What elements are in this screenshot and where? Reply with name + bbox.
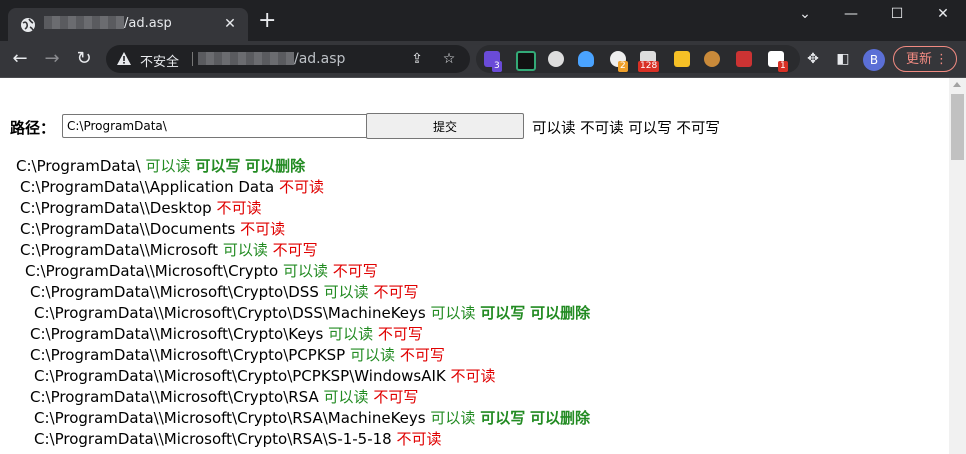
read-status: 可以读: [222, 241, 268, 259]
list-item: C:\ProgramData\\Microsoft\Crypto\RSA 可以读…: [30, 388, 419, 406]
permission-summary: 可以读 不可读 可以写 不可写: [532, 121, 720, 137]
new-tab-button[interactable]: +: [258, 10, 276, 32]
read-status: 可以读: [350, 346, 396, 364]
read-status: 可以读: [323, 283, 369, 301]
write-status: 可以写: [480, 409, 526, 427]
list-item: C:\ProgramData\\Microsoft\Crypto\Keys 可以…: [30, 325, 423, 343]
address-separator: [192, 52, 193, 66]
read-status: 可以读: [430, 409, 476, 427]
bookmark-star-icon[interactable]: ☆: [440, 50, 458, 68]
read-status: 可以读: [145, 157, 191, 175]
vertical-scrollbar[interactable]: [949, 78, 966, 454]
list-item: C:\ProgramData\\Microsoft\Crypto\RSA\Mac…: [34, 409, 590, 427]
path-label: 路径：: [10, 119, 56, 137]
cloud-icon[interactable]: [578, 51, 594, 67]
download-icon[interactable]: [674, 51, 690, 67]
close-tab-icon[interactable]: ✕: [222, 16, 238, 32]
cookie-icon[interactable]: [704, 51, 720, 67]
extension-badge: 3: [492, 61, 502, 72]
reload-icon[interactable]: ↻: [72, 47, 96, 71]
minimize-button[interactable]: —: [828, 0, 874, 30]
globe-icon: [21, 18, 35, 32]
write-status: 可以写: [480, 304, 526, 322]
update-button[interactable]: 更新 ⋮: [893, 46, 957, 72]
list-item: C:\ProgramData\\Microsoft 可以读 不可写: [20, 241, 318, 259]
scrollbar-thumb[interactable]: [951, 94, 964, 160]
list-item: C:\ProgramData\\Application Data 不可读: [20, 178, 324, 196]
submit-button[interactable]: 提交: [366, 113, 524, 139]
list-item: C:\ProgramData\\Microsoft\Crypto\RSA\S-1…: [34, 430, 442, 448]
warning-icon: [117, 52, 131, 65]
write-status: 不可写: [373, 283, 419, 301]
list-item: C:\ProgramData\\Microsoft\Crypto\PCPKSP\…: [34, 367, 496, 385]
scroll-up-icon[interactable]: [953, 82, 961, 87]
write-status: 不可写: [332, 262, 378, 280]
list-item: C:\ProgramData\\Desktop 不可读: [20, 199, 262, 217]
maximize-button[interactable]: ☐: [874, 0, 920, 30]
list-item: C:\ProgramData\ 可以读 可以写 可以删除: [16, 157, 306, 175]
read-status: 不可读: [216, 199, 262, 217]
forward-icon[interactable]: →: [40, 47, 64, 71]
write-status: 不可写: [377, 325, 423, 343]
close-window-button[interactable]: ✕: [920, 0, 966, 30]
write-status: 可以写: [195, 157, 241, 175]
browser-toolbar: ← → ↻ 不安全 /ad.asp ⇪ ☆ 3 2 128 1 ✥ ◧ B 更新…: [0, 41, 966, 78]
write-status: 不可写: [272, 241, 318, 259]
tab-title: /ad.asp: [44, 16, 172, 31]
delete-status: 可以删除: [529, 409, 590, 427]
side-panel-icon[interactable]: ◧: [834, 50, 852, 68]
insecure-label: 不安全: [140, 55, 180, 70]
address-bar[interactable]: 不安全 /ad.asp ⇪ ☆: [106, 45, 470, 73]
list-item: C:\ProgramData\\Microsoft\Crypto\DSS 可以读…: [30, 283, 419, 301]
path-input[interactable]: [62, 114, 370, 138]
list-item: C:\ProgramData\\Microsoft\Crypto\PCPKSP …: [30, 346, 445, 364]
list-item: C:\ProgramData\\Microsoft\Crypto 可以读 不可写: [25, 262, 378, 280]
browser-tab[interactable]: /ad.asp ✕: [8, 8, 248, 41]
page-viewport: 路径： 提交 可以读 不可读 可以写 不可写 C:\ProgramData\ 可…: [0, 78, 949, 454]
read-status: 不可读: [396, 430, 442, 448]
extensions-group: 3 2 128 1: [476, 45, 800, 73]
address-url: /ad.asp: [198, 51, 345, 67]
redacted-host: [198, 52, 294, 65]
read-status: 可以读: [430, 304, 476, 322]
write-status: 不可写: [373, 388, 419, 406]
extension-icon[interactable]: [516, 51, 536, 71]
title-bar: /ad.asp ✕ + ⌄ — ☐ ✕: [0, 0, 966, 41]
delete-status: 可以删除: [530, 304, 591, 322]
write-status: 不可写: [399, 346, 445, 364]
back-icon[interactable]: ←: [8, 47, 32, 71]
list-item: C:\ProgramData\\Documents 不可读: [20, 220, 286, 238]
tab-search-icon[interactable]: ⌄: [782, 0, 828, 30]
read-status: 不可读: [278, 178, 324, 196]
puzzle-icon[interactable]: ✥: [804, 50, 822, 68]
read-status: 不可读: [450, 367, 496, 385]
extension-icon[interactable]: [736, 51, 752, 67]
avatar[interactable]: B: [863, 49, 885, 71]
read-status: 不可读: [240, 220, 286, 238]
more-icon: ⋮: [935, 52, 948, 67]
read-status: 可以读: [323, 388, 369, 406]
extension-badge: 2: [618, 61, 628, 72]
extension-badge: 128: [638, 61, 660, 72]
extension-badge: 1: [778, 61, 788, 72]
redacted-host: [44, 16, 124, 29]
read-status: 可以读: [283, 262, 329, 280]
share-icon[interactable]: ⇪: [408, 50, 426, 68]
read-status: 可以读: [328, 325, 374, 343]
list-item: C:\ProgramData\\Microsoft\Crypto\DSS\Mac…: [34, 304, 591, 322]
extension-icon[interactable]: [548, 51, 564, 67]
delete-status: 可以删除: [245, 157, 306, 175]
